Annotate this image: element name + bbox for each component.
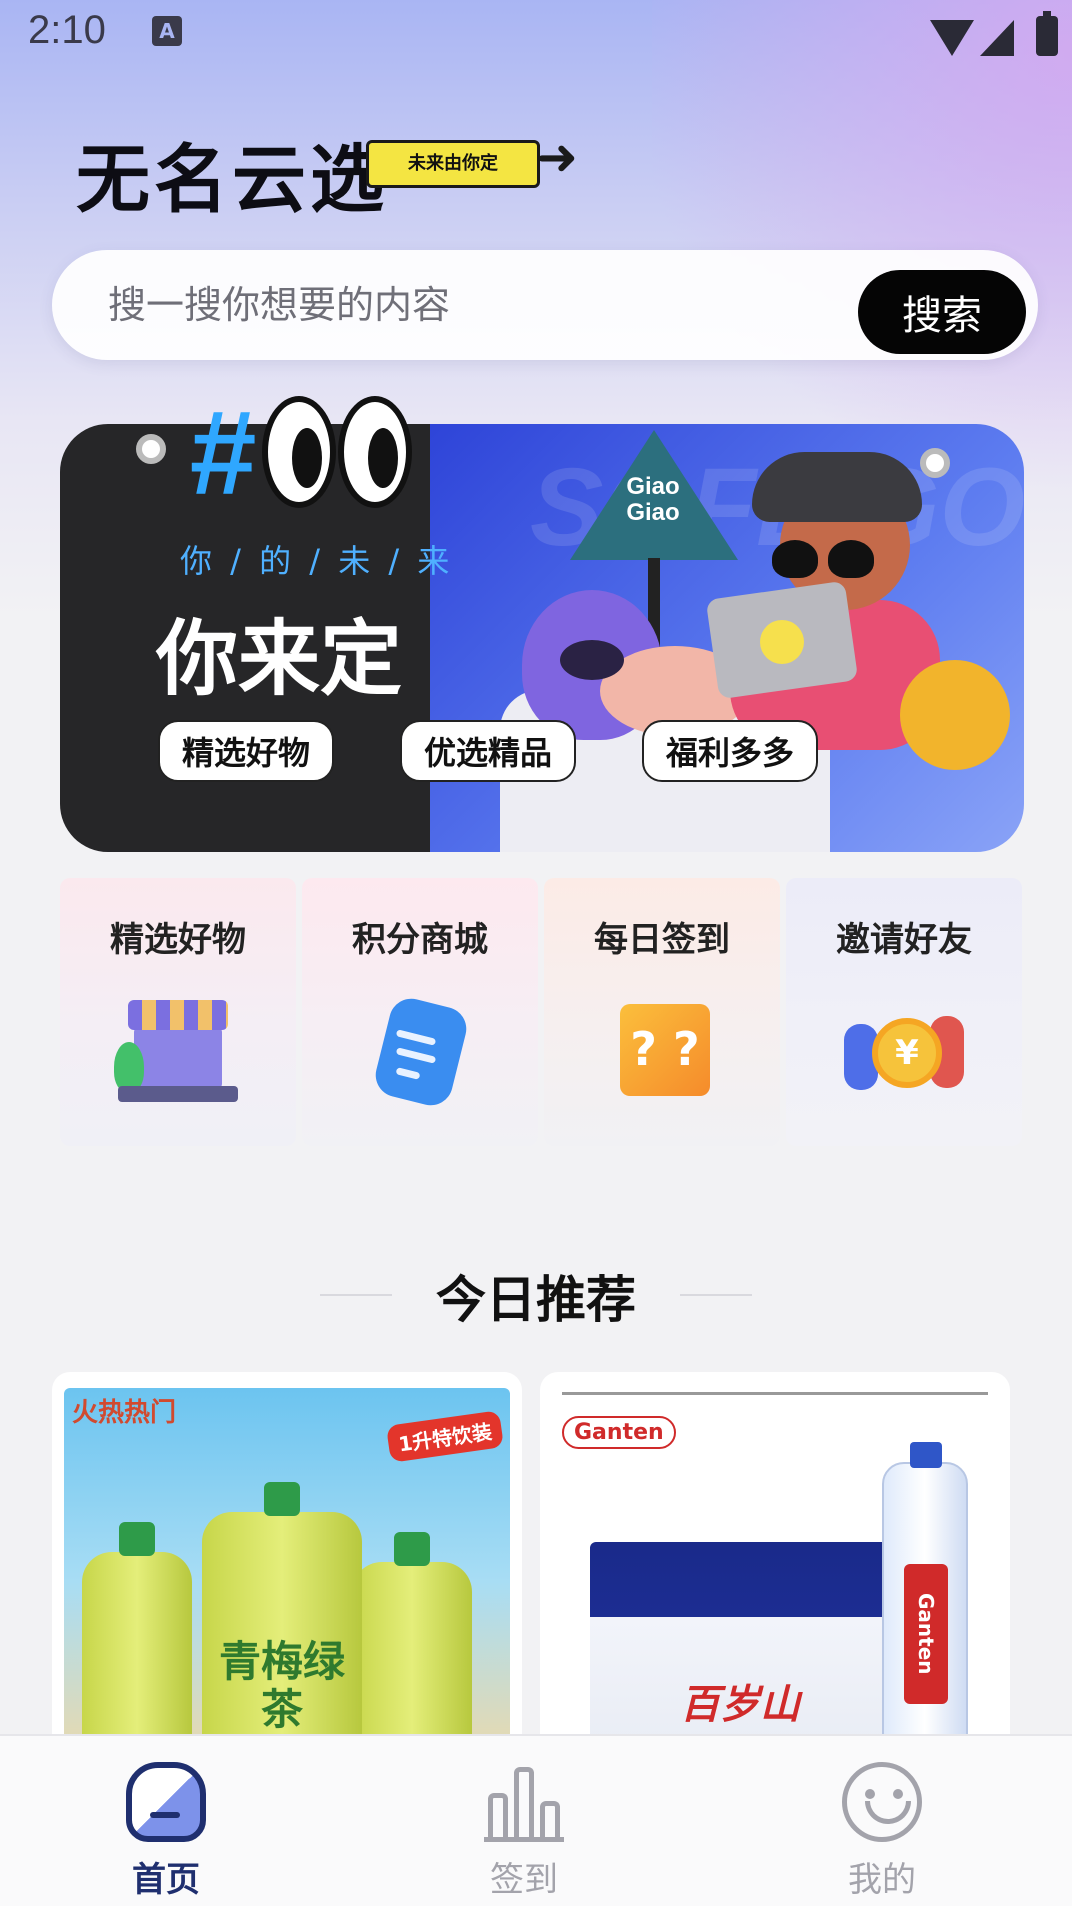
bottle-label: 青梅绿茶: [218, 1636, 345, 1734]
banner-chip-premium[interactable]: 优选精品: [400, 720, 577, 782]
banner-ring-right-icon: [920, 448, 950, 478]
banner-title: 你来定: [156, 612, 403, 707]
cell-signal-icon: [980, 20, 1014, 56]
quick-menu-featured[interactable]: 精选好物: [60, 878, 296, 1146]
tab-home[interactable]: 首页: [86, 1756, 246, 1900]
status-bar: 2:10 A: [0, 0, 1072, 70]
quick-menu: 精选好物 积分商城 每日签到 ? ? 邀请好友 ¥: [60, 878, 1022, 1146]
divider: [562, 1392, 988, 1395]
banner-subtitle: 你 / 的 / 未 / 来: [180, 542, 454, 580]
tab-label: 我的: [848, 1860, 916, 1900]
section-title: 今日推荐: [436, 1271, 636, 1329]
app-title: 无名云选: [76, 137, 388, 223]
search-button[interactable]: 搜索: [858, 270, 1026, 354]
tab-checkin[interactable]: 签到: [444, 1756, 604, 1900]
product-corner-text: 火热热门: [72, 1398, 177, 1428]
box-brand-text: 百岁山: [680, 1682, 800, 1728]
divider-right: [680, 1294, 752, 1296]
tab-label: 首页: [132, 1860, 200, 1900]
yellow-bear-figure-icon: [900, 660, 1010, 770]
search-input[interactable]: [108, 276, 808, 334]
bottle-label: Ganten: [904, 1564, 948, 1704]
smiley-sticker-icon: [760, 620, 804, 664]
quick-menu-points-mall[interactable]: 积分商城: [302, 878, 538, 1146]
mystery-box-icon: ? ?: [602, 994, 722, 1110]
page: 2:10 A 无名云选 未来由你定 ➜ 搜索 SOFLIGOD # 你 / 的 …: [0, 0, 1072, 1906]
quick-menu-label: 邀请好友: [836, 920, 972, 960]
slogan-tag: 未来由你定: [366, 140, 540, 188]
clipboard-icon: [360, 994, 480, 1110]
coin-friends-icon: ¥: [844, 994, 964, 1110]
banner-eyes-logo-icon: [262, 396, 412, 516]
quick-menu-label: 每日签到: [594, 920, 730, 960]
tab-label: 签到: [490, 1860, 558, 1900]
storefront-icon: [114, 994, 238, 1110]
battery-icon: [1036, 11, 1058, 56]
banner-chip-featured[interactable]: 精选好物: [158, 720, 335, 782]
home-icon: [126, 1762, 206, 1842]
banner-logo-hash: #: [188, 386, 255, 520]
quick-menu-invite-friends[interactable]: 邀请好友 ¥: [786, 878, 1022, 1146]
section-heading: 今日推荐: [0, 1258, 1072, 1329]
bottom-tab-bar: 首页 签到 我的: [0, 1734, 1072, 1906]
bucket-hat-icon: [752, 452, 922, 522]
arrow-right-icon: ➜: [536, 128, 578, 186]
smiley-face-icon: [842, 1762, 922, 1842]
quick-menu-label: 积分商城: [352, 920, 488, 960]
brand-logo: Ganten: [562, 1416, 676, 1449]
heart-glasses-right-icon: [828, 540, 874, 578]
banner-ring-left-icon: [136, 434, 166, 464]
quick-menu-daily-checkin[interactable]: 每日签到 ? ?: [544, 878, 780, 1146]
heart-glasses-left-icon: [772, 540, 818, 578]
search-bar: 搜索: [52, 250, 1038, 360]
cat-face-icon: [560, 640, 624, 680]
wifi-icon: [930, 20, 974, 56]
status-time: 2:10: [28, 8, 106, 52]
quick-menu-label: 精选好物: [110, 920, 246, 960]
bar-chart-icon: [484, 1762, 564, 1842]
app-notification-icon: A: [152, 16, 182, 46]
tab-mine[interactable]: 我的: [802, 1756, 962, 1900]
banner-chip-benefits[interactable]: 福利多多: [642, 720, 819, 782]
sign-text: Giao Giao: [626, 473, 680, 526]
